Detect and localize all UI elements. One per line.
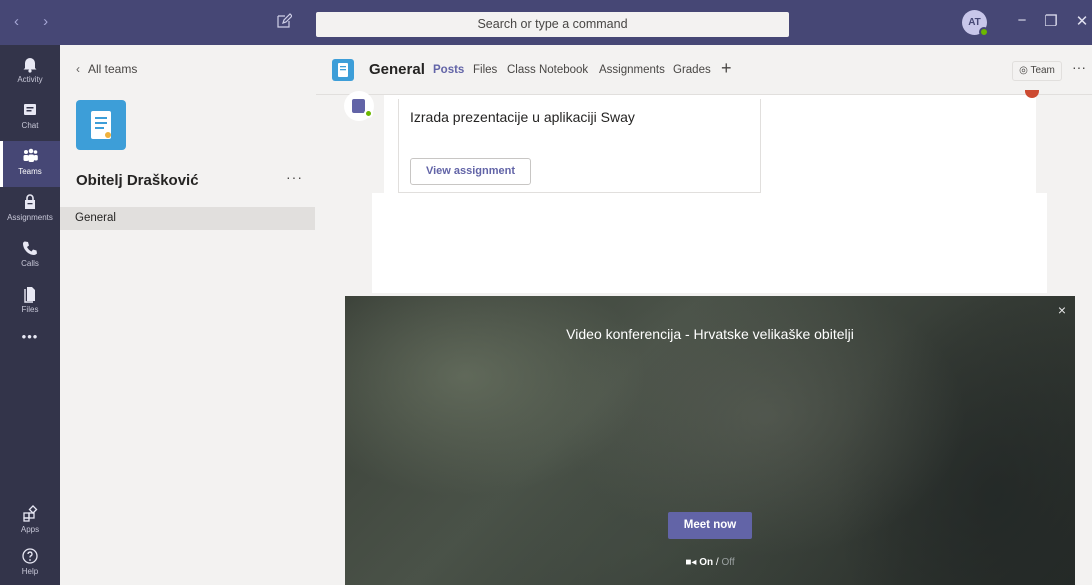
rail-item-teams[interactable]: Teams [0,141,60,187]
team-button-label: Team [1030,65,1055,76]
assignment-bot-icon [352,99,365,113]
notebook-icon [91,111,111,139]
rail-label-chat: Chat [21,121,39,130]
channel-main: General Posts Files Class Notebook Assig… [316,45,1092,585]
tab-class-notebook[interactable]: Class Notebook [507,64,588,76]
tab-grades[interactable]: Grades [673,64,711,76]
assignment-title: Izrada prezentacije u aplikaciji Sway [410,109,635,125]
rail-item-apps[interactable]: Apps [0,499,60,545]
team-more-options-button[interactable]: ··· [286,169,303,185]
team-logo [76,100,126,150]
tab-files[interactable]: Files [473,64,497,76]
video-camera-icon: ■◂ [685,557,697,568]
post-continuation [372,193,1047,293]
tab-assignments[interactable]: Assignments [599,64,665,76]
app-rail: Activity Chat Teams Assignments Calls Fi… [0,45,60,585]
reaction-badge [1025,90,1039,98]
assignment-card: Izrada prezentacije u aplikaciji Sway Vi… [398,99,761,193]
rail-item-calls[interactable]: Calls [0,233,60,279]
avatar-initials: AT [968,17,981,28]
channel-header: General Posts Files Class Notebook Assig… [316,45,1092,95]
meet-now-panel: × Video konferencija - Hrvatske velikašk… [345,296,1075,585]
team-info-button[interactable]: ◎ Team [1012,61,1062,81]
all-teams-link[interactable]: ‹ All teams [76,62,137,76]
rail-label-files: Files [21,305,39,314]
title-bar: ‹ › Search or type a command AT − ❐ ✕ [0,0,1092,45]
rail-more-button[interactable]: ••• [0,329,60,353]
chevron-left-icon: ‹ [76,62,80,76]
camera-toggle[interactable]: ■◂ On / Off [345,557,1075,568]
channel-title: General [369,61,425,78]
bell-icon [23,58,37,73]
rail-item-chat[interactable]: Chat [0,95,60,141]
minimize-button[interactable]: − [1012,12,1032,29]
rail-label-calls: Calls [21,259,39,268]
rail-label-help: Help [21,567,39,576]
rail-label-teams: Teams [18,167,42,176]
channel-notebook-icon [332,59,354,81]
team-sidebar: ‹ All teams Obitelj Drašković ··· General [60,45,315,585]
user-avatar[interactable]: AT [962,10,989,37]
rail-label-activity: Activity [17,75,43,84]
add-tab-button[interactable]: + [721,58,732,79]
rail-item-files[interactable]: Files [0,279,60,325]
teams-icon [23,148,38,162]
view-assignment-button[interactable]: View assignment [410,158,531,185]
help-icon [22,548,38,564]
compose-icon[interactable] [276,13,292,29]
eye-icon: ◎ [1019,65,1028,76]
camera-on-label: On [699,557,714,568]
rail-item-help[interactable]: Help [0,541,60,585]
file-icon [24,287,35,303]
assignments-bot-avatar [344,91,374,121]
header-more-button[interactable]: ··· [1072,59,1086,75]
maximize-button[interactable]: ❐ [1041,12,1061,30]
presence-status-icon [979,27,989,37]
chat-icon [24,104,36,115]
meet-now-button[interactable]: Meet now [668,512,752,539]
presence-status-icon [364,109,373,118]
camera-separator: / [715,557,719,568]
channel-item-general[interactable]: General [60,207,315,230]
camera-off-label: Off [721,557,735,568]
rail-label-apps: Apps [20,525,40,534]
back-forward-buttons[interactable]: ‹ › [14,13,58,30]
rail-label-assignments: Assignments [7,213,53,222]
rail-item-activity[interactable]: Activity [0,49,60,95]
phone-icon [23,241,37,255]
tab-posts[interactable]: Posts [433,64,464,76]
close-icon[interactable]: × [1058,302,1066,318]
all-teams-label: All teams [88,62,138,76]
rail-item-assignments[interactable]: Assignments [0,187,60,233]
assignments-icon [25,194,35,209]
meeting-title-input[interactable]: Video konferencija - Hrvatske velikaške … [345,326,1075,342]
close-window-button[interactable]: ✕ [1072,12,1092,30]
apps-icon [23,505,38,522]
team-name: Obitelj Drašković [76,172,199,189]
search-input[interactable]: Search or type a command [316,12,789,37]
